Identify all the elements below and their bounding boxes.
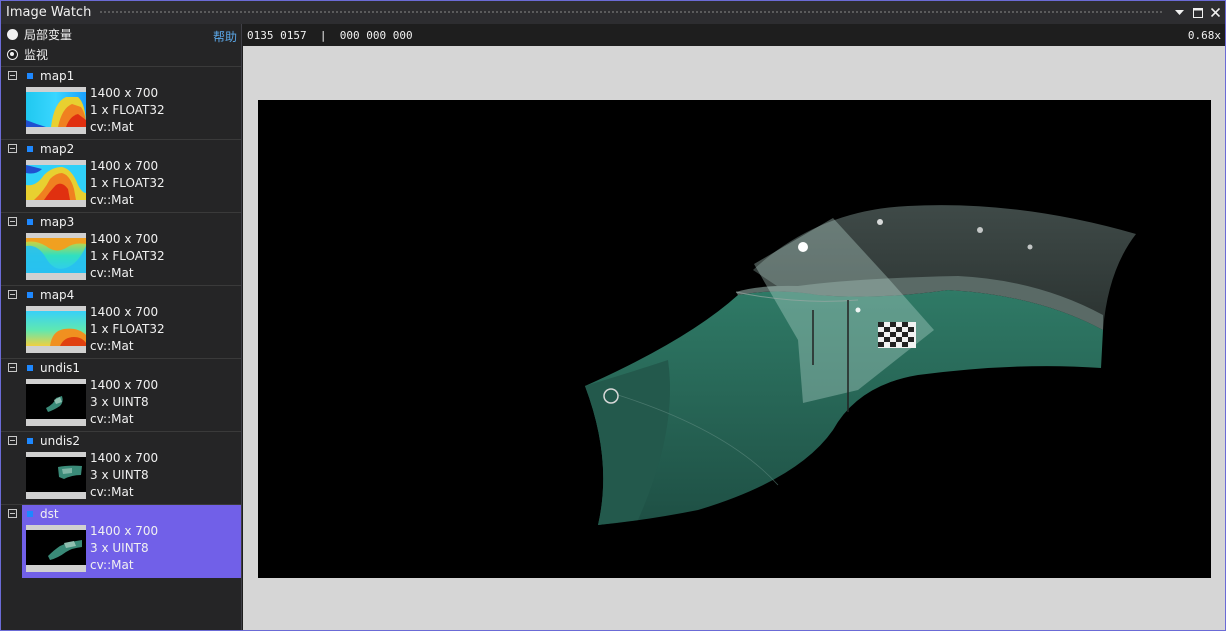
pixel-readout: 0135 0157 | 000 000 000 (247, 28, 413, 42)
locals-radio-row[interactable]: 局部变量 (1, 24, 241, 44)
item-type: 3 x UINT8 (90, 468, 149, 482)
checkerboard-target (878, 322, 916, 348)
locals-label: 局部变量 (24, 27, 73, 42)
item-info: 1400 x 700 1 x FLOAT32 cv::Mat (90, 158, 165, 209)
list-item-selected[interactable]: dst 1400 x 700 3 x UINT8 cv::Mat (1, 504, 241, 578)
zoom-level: 0.68x (1187, 28, 1221, 42)
type-marker-icon (27, 365, 33, 371)
item-size: 1400 x 700 (90, 232, 159, 246)
collapse-icon[interactable] (8, 71, 17, 80)
item-name: undis1 (40, 361, 81, 375)
collapse-icon[interactable] (8, 144, 17, 153)
item-size: 1400 x 700 (90, 86, 159, 100)
item-class: cv::Mat (90, 339, 134, 353)
item-info: 1400 x 700 1 x FLOAT32 cv::Mat (90, 304, 165, 355)
type-marker-icon (27, 511, 33, 517)
list-item[interactable]: map3 1400 x 700 1 x FLOAT32 cv::Mat (1, 212, 241, 285)
collapse-icon[interactable] (8, 217, 17, 226)
thumbnail[interactable] (26, 525, 86, 572)
collapse-icon[interactable] (8, 363, 17, 372)
chevron-down-icon[interactable] (1171, 4, 1188, 21)
item-size: 1400 x 700 (90, 378, 159, 392)
collapse-icon[interactable] (8, 436, 17, 445)
thumbnail[interactable] (26, 233, 86, 280)
list-item[interactable]: map2 1400 x 700 1 x FLOAT32 cv::Mat (1, 139, 241, 212)
item-size: 1400 x 700 (90, 305, 159, 319)
watch-radio[interactable] (7, 48, 18, 60)
type-marker-icon (27, 292, 33, 298)
thumbnail[interactable] (26, 160, 86, 207)
item-class: cv::Mat (90, 120, 134, 134)
item-class: cv::Mat (90, 412, 134, 426)
title-grip[interactable] (99, 10, 1163, 15)
close-icon[interactable] (1207, 4, 1224, 21)
item-info: 1400 x 700 1 x FLOAT32 cv::Mat (90, 231, 165, 282)
image-canvas[interactable] (258, 100, 1211, 578)
item-type: 1 x FLOAT32 (90, 103, 165, 117)
item-name: map4 (40, 288, 75, 302)
item-name: map2 (40, 142, 75, 156)
item-type: 3 x UINT8 (90, 395, 149, 409)
type-marker-icon (27, 219, 33, 225)
item-name: map1 (40, 69, 75, 83)
item-class: cv::Mat (90, 485, 134, 499)
item-type: 1 x FLOAT32 (90, 322, 165, 336)
item-name: undis2 (40, 434, 81, 448)
item-size: 1400 x 700 (90, 159, 159, 173)
item-info: 1400 x 700 3 x UINT8 cv::Mat (90, 523, 158, 574)
collapse-icon[interactable] (8, 509, 17, 518)
watch-list: map1 1400 x 700 1 x FLOAT32 cv::Mat map2… (1, 66, 241, 578)
maximize-icon[interactable] (1189, 4, 1206, 21)
item-type: 1 x FLOAT32 (90, 249, 165, 263)
type-marker-icon (27, 73, 33, 79)
item-name: dst (40, 507, 59, 521)
item-class: cv::Mat (90, 558, 134, 572)
window-title: Image Watch (6, 5, 92, 20)
thumbnail[interactable] (26, 379, 86, 426)
item-name: map3 (40, 215, 75, 229)
list-item[interactable]: map4 1400 x 700 1 x FLOAT32 cv::Mat (1, 285, 241, 358)
collapse-icon[interactable] (8, 290, 17, 299)
item-size: 1400 x 700 (90, 451, 159, 465)
item-class: cv::Mat (90, 266, 134, 280)
list-item[interactable]: map1 1400 x 700 1 x FLOAT32 cv::Mat (1, 66, 241, 139)
watch-radio-row[interactable]: 监视 (1, 44, 241, 64)
variable-sidebar: 局部变量 监视 帮助 map1 1400 x 700 1 x FLOAT32 c… (1, 24, 242, 630)
locals-radio[interactable] (7, 28, 18, 40)
item-info: 1400 x 700 3 x UINT8 cv::Mat (90, 377, 158, 428)
type-marker-icon (27, 146, 33, 152)
item-info: 1400 x 700 3 x UINT8 cv::Mat (90, 450, 158, 501)
thumbnail[interactable] (26, 452, 86, 499)
thumbnail[interactable] (26, 87, 86, 134)
item-info: 1400 x 700 1 x FLOAT32 cv::Mat (90, 85, 165, 136)
type-marker-icon (27, 438, 33, 444)
title-bar[interactable]: Image Watch (1, 1, 1225, 24)
image-viewer[interactable] (243, 46, 1225, 630)
thumbnail[interactable] (26, 306, 86, 353)
list-item[interactable]: undis1 1400 x 700 3 x UINT8 cv::Mat (1, 358, 241, 431)
image-watch-window: Image Watch 局部变量 监视 帮助 map1 1400 x 700 1… (0, 0, 1226, 631)
list-item[interactable]: undis2 1400 x 700 3 x UINT8 cv::Mat (1, 431, 241, 504)
item-size: 1400 x 700 (90, 524, 159, 538)
help-link[interactable]: 帮助 (213, 28, 237, 45)
watch-label: 监视 (24, 47, 49, 62)
item-class: cv::Mat (90, 193, 134, 207)
item-type: 1 x FLOAT32 (90, 176, 165, 190)
status-bar: 0135 0157 | 000 000 000 0.68x (242, 24, 1225, 46)
item-type: 3 x UINT8 (90, 541, 149, 555)
